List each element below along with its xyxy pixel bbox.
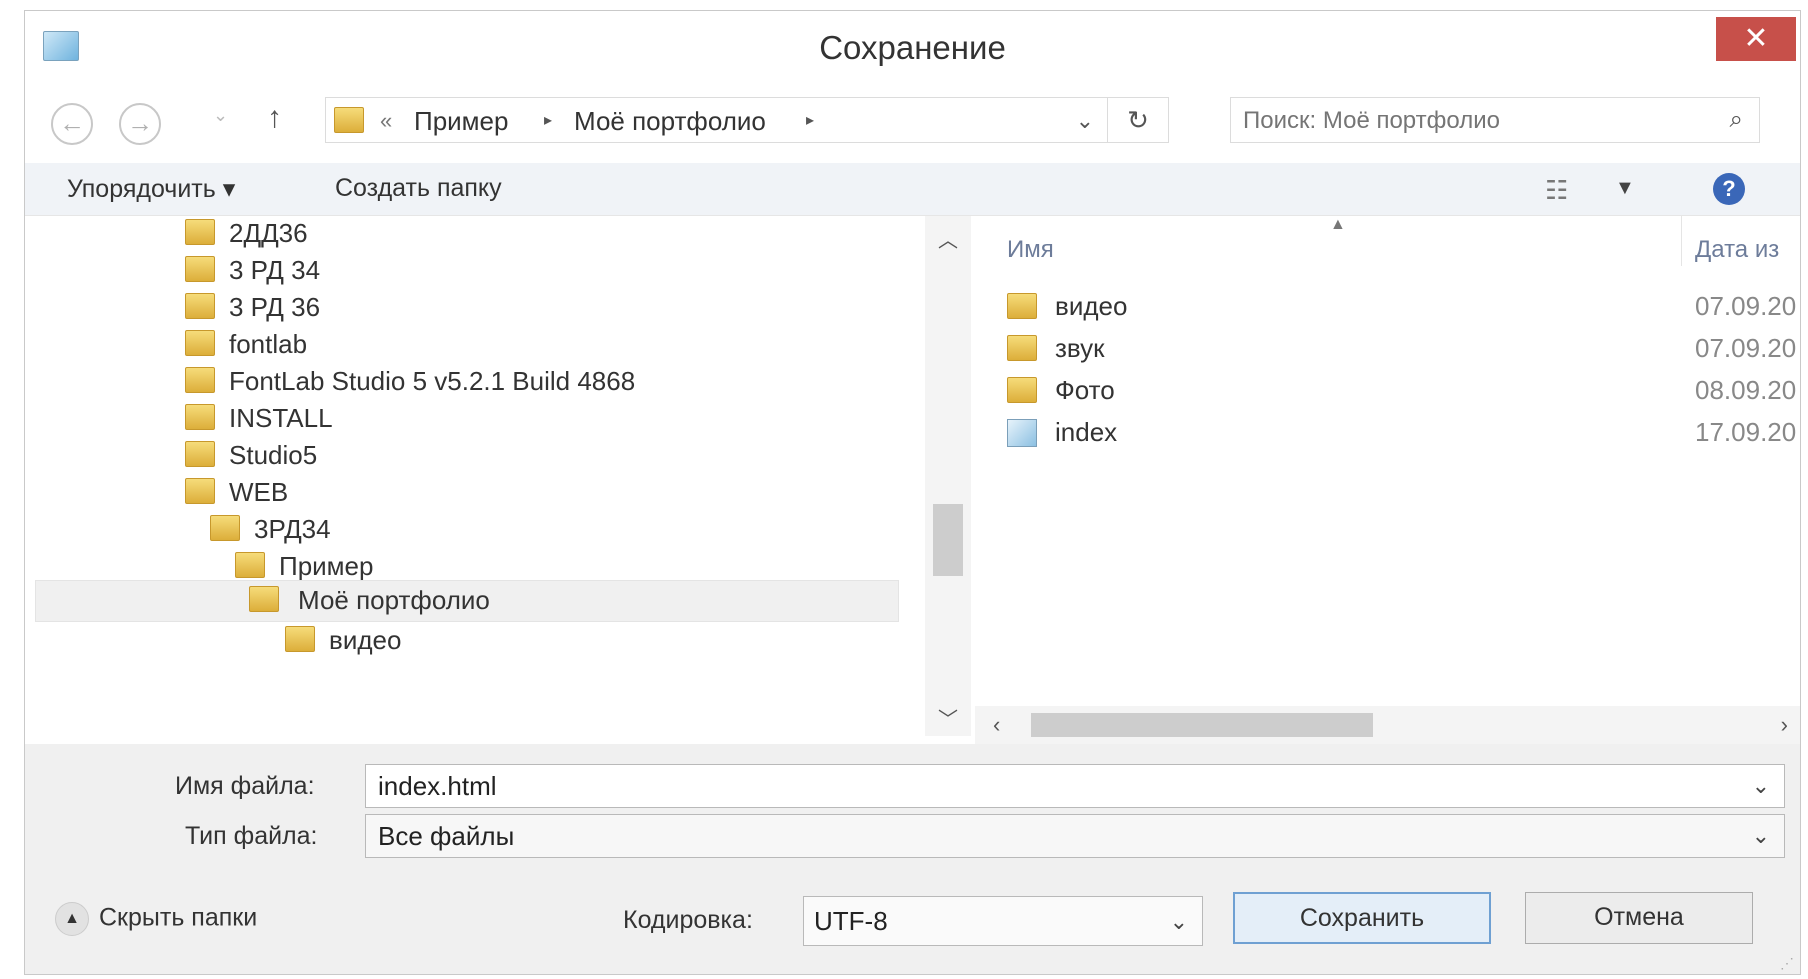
save-button[interactable]: Сохранить (1233, 892, 1491, 944)
search-input[interactable] (1241, 98, 1685, 144)
chevron-right-icon[interactable]: › (1781, 712, 1788, 738)
tree-vertical-scrollbar[interactable]: ︿ ﹀ (925, 216, 971, 736)
command-toolbar: Упорядочить ▾ Создать папку ☷ ▼ ? (25, 163, 1800, 216)
list-item[interactable]: видео 07.09.20 (1007, 288, 1800, 328)
save-dialog: Сохранение ✕ ← → ⌄ ↑ « Пример ▸ Моё порт… (24, 10, 1801, 975)
cancel-button[interactable]: Отмена (1525, 892, 1753, 944)
resize-grip-icon[interactable]: ⋰ (1780, 955, 1794, 972)
address-bar: ← → ⌄ ↑ « Пример ▸ Моё портфолио ▸ ⌄ ↻ ⌕ (25, 81, 1800, 161)
breadcrumb-overflow[interactable]: « (380, 108, 392, 134)
list-item[interactable]: index 17.09.20 (1007, 414, 1800, 454)
filename-value[interactable]: index.html (378, 771, 497, 802)
organize-button[interactable]: Упорядочить ▾ (67, 174, 235, 204)
chevron-down-icon[interactable]: ⌄ (1170, 909, 1188, 935)
dialog-footer: Имя файла: index.html ⌄ Тип файла: Все ф… (25, 744, 1800, 974)
scrollbar-thumb[interactable] (1031, 713, 1373, 737)
hide-folders-button[interactable]: ▲ Скрыть папки (55, 902, 257, 936)
forward-arrow-icon[interactable]: → (119, 103, 161, 145)
folder-icon (1007, 377, 1037, 403)
breadcrumb-item-example[interactable]: Пример (414, 106, 508, 137)
html-file-icon (1007, 419, 1037, 447)
encoding-label: Кодировка: (623, 906, 753, 934)
breadcrumb-arrow-icon[interactable]: ▸ (806, 110, 814, 130)
column-header-date[interactable]: Дата из (1695, 236, 1779, 264)
breadcrumb-arrow-icon[interactable]: ▸ (544, 110, 552, 130)
folder-icon (285, 626, 315, 652)
encoding-select[interactable]: UTF-8 ⌄ (803, 896, 1203, 946)
folder-icon (210, 515, 240, 541)
folder-icon (185, 330, 215, 356)
back-arrow-icon[interactable]: ← (51, 103, 93, 145)
file-list-horizontal-scrollbar[interactable]: ‹ › (975, 706, 1800, 744)
filename-label: Имя файла: (175, 772, 315, 800)
chevron-left-icon[interactable]: ‹ (993, 712, 1000, 738)
filetype-select[interactable]: Все файлы ⌄ (365, 814, 1785, 858)
folder-icon (1007, 335, 1037, 361)
close-button[interactable]: ✕ (1716, 17, 1796, 61)
tree-item-selected[interactable]: Моё портфолио (35, 580, 899, 622)
recent-locations-chevron-icon[interactable]: ⌄ (213, 105, 228, 126)
folder-icon (185, 441, 215, 467)
search-box[interactable]: ⌕ (1230, 97, 1760, 144)
folder-icon (185, 478, 215, 504)
list-item[interactable]: Фото 08.09.20 (1007, 372, 1800, 412)
chevron-down-icon[interactable]: ⌄ (1752, 773, 1770, 799)
encoding-value: UTF-8 (814, 906, 888, 936)
column-header-name[interactable]: Имя (1007, 236, 1054, 264)
filetype-label: Тип файла: (185, 822, 318, 850)
chevron-down-icon[interactable]: ﹀ (938, 703, 958, 732)
view-list-icon[interactable]: ☷ (1545, 175, 1568, 206)
chevron-down-icon[interactable]: ⌄ (1076, 108, 1094, 134)
search-icon[interactable]: ⌕ (1730, 106, 1743, 134)
title-bar: Сохранение ✕ (25, 11, 1800, 81)
list-item[interactable]: звук 07.09.20 (1007, 330, 1800, 370)
view-dropdown-icon[interactable]: ▼ (1615, 177, 1635, 200)
refresh-icon[interactable]: ↻ (1107, 98, 1168, 142)
breadcrumb-item-portfolio[interactable]: Моё портфолио (574, 106, 766, 137)
chevron-down-icon[interactable]: ⌄ (1752, 823, 1770, 849)
sort-ascending-icon: ▲ (1330, 216, 1346, 233)
filetype-value: Все файлы (378, 821, 515, 851)
folder-icon (185, 219, 215, 245)
chevron-up-icon[interactable]: ︿ (938, 224, 958, 253)
new-folder-button[interactable]: Создать папку (335, 174, 502, 203)
help-icon[interactable]: ? (1713, 173, 1745, 205)
up-arrow-icon[interactable]: ↑ (267, 101, 282, 135)
folder-icon (185, 367, 215, 393)
folder-icon (1007, 293, 1037, 319)
file-list: ▲ Имя Дата из видео 07.09.20 звук 07.09.20… (975, 216, 1800, 706)
breadcrumb[interactable]: « Пример ▸ Моё портфолио ▸ ⌄ ↻ (325, 97, 1169, 143)
folder-icon (185, 256, 215, 282)
folder-icon (235, 552, 265, 578)
filename-field[interactable]: index.html ⌄ (365, 764, 1785, 808)
folder-icon (334, 107, 364, 133)
folder-icon (185, 404, 215, 430)
hide-folders-label: Скрыть папки (99, 903, 258, 932)
scrollbar-thumb[interactable] (933, 504, 963, 576)
dialog-title: Сохранение (819, 29, 1006, 66)
folder-icon (185, 293, 215, 319)
chevron-up-icon: ▲ (55, 902, 89, 936)
folder-tree: 2ДД36 3 РД 34 3 РД 36 fontlab FontLab St… (35, 216, 925, 736)
folder-icon (249, 586, 279, 612)
column-divider[interactable] (1681, 216, 1682, 266)
